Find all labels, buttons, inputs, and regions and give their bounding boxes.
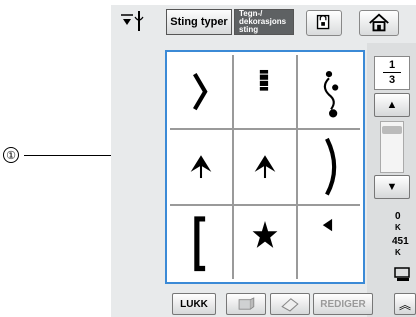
scrollbar[interactable] xyxy=(380,121,404,173)
scroll-thumb[interactable] xyxy=(382,126,402,134)
width-value: 0 xyxy=(395,211,401,222)
stitch-cell-8[interactable] xyxy=(234,205,296,279)
home-icon xyxy=(369,13,389,32)
stitch-cell-4[interactable] xyxy=(170,130,232,204)
bracket-right-stitch-icon xyxy=(193,73,208,111)
curve-stitch-icon xyxy=(325,138,337,196)
stitch-cell-9[interactable] xyxy=(298,205,360,279)
length-unit: K xyxy=(395,248,401,257)
double-chevron-up-icon: ︽ xyxy=(398,297,411,312)
lock-button[interactable] xyxy=(306,10,342,36)
stitch-cell-5[interactable] xyxy=(234,130,296,204)
eraser-button[interactable] xyxy=(270,293,310,315)
callout-number: ① xyxy=(3,147,19,163)
page-divider xyxy=(383,72,401,73)
star-stitch-icon xyxy=(252,220,278,248)
memory-button[interactable] xyxy=(226,293,266,315)
length-value: 451 xyxy=(392,236,409,247)
stitch-cell-1[interactable] xyxy=(170,55,232,129)
stitch-cell-2[interactable] xyxy=(234,55,296,129)
scroll-up-button[interactable]: ▲ xyxy=(374,93,410,117)
pocket-icon xyxy=(238,297,255,310)
stitch-cell-6[interactable] xyxy=(298,130,360,204)
stitch-grid xyxy=(170,55,360,279)
expand-button[interactable]: ︽ xyxy=(394,293,416,315)
arrow-down-icon: ▼ xyxy=(386,181,398,193)
presser-foot-icon xyxy=(394,267,410,281)
page-current: 1 xyxy=(388,59,396,71)
close-button[interactable]: LUKK xyxy=(172,293,216,315)
tree-stitch-icon xyxy=(254,155,276,179)
eraser-icon xyxy=(281,298,299,312)
needle-position-icon[interactable] xyxy=(119,9,147,35)
page-total: 3 xyxy=(388,74,396,86)
tab-decorative-stitches[interactable]: Tegn-/ dekorasjons sting xyxy=(234,9,294,35)
scroll-dots-stitch-icon xyxy=(323,70,339,118)
width-unit: K xyxy=(395,223,401,232)
leaf-stitch-icon xyxy=(322,218,333,231)
bracket-left-stitch-icon xyxy=(194,215,206,271)
tree-stitch-icon xyxy=(190,155,212,179)
scroll-down-button[interactable]: ▼ xyxy=(374,175,410,199)
satin-bar-stitch-icon xyxy=(257,69,271,91)
arrow-up-icon: ▲ xyxy=(386,99,398,111)
lock-icon xyxy=(316,14,330,30)
home-button[interactable] xyxy=(359,10,399,36)
stitch-selection-panel xyxy=(165,50,365,284)
stitch-cell-7[interactable] xyxy=(170,205,232,279)
tab-utility-stitches[interactable]: Sting typer xyxy=(166,9,232,35)
edit-button[interactable]: REDIGER xyxy=(313,293,373,315)
stitch-cell-3[interactable] xyxy=(298,55,360,129)
page-indicator: 1 3 xyxy=(374,56,410,90)
